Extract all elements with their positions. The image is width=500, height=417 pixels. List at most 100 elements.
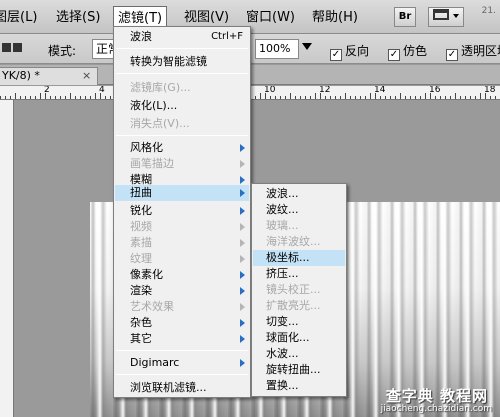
- checkbox-icon: ✓: [330, 49, 342, 61]
- ruler-tick: [30, 96, 31, 99]
- menu-item-liquify[interactable]: 液化(L)...: [115, 98, 249, 114]
- ruler-tick: [290, 93, 291, 99]
- menu-item-artistic: 艺术效果: [115, 299, 249, 315]
- transparency-checkbox[interactable]: ✓透明区域: [446, 42, 500, 61]
- ruler-tick: [275, 96, 276, 99]
- filter-menu: 波浪 Ctrl+F 转换为智能滤镜 滤镜库(G)... 液化(L)... 消失点(…: [113, 26, 251, 398]
- ruler-tick: [80, 96, 81, 99]
- ruler-tick: [355, 96, 356, 99]
- submenu-item-diffuse-glow: 扩散亮光...: [266, 299, 321, 312]
- menu-layer[interactable]: 图层(L): [0, 8, 37, 28]
- ruler-tick: [20, 96, 21, 99]
- ruler-tick: [470, 96, 471, 99]
- shortcut-label: Ctrl+F: [211, 31, 243, 42]
- opacity-dropdown-icon[interactable]: [302, 43, 312, 50]
- menu-separator: [116, 48, 248, 49]
- menu-window[interactable]: 窗口(W): [246, 8, 295, 28]
- ruler-tick: [285, 96, 286, 99]
- submenu-item-spherize[interactable]: 球面化...: [253, 330, 345, 346]
- ruler-tick: [10, 96, 11, 99]
- submenu-arrow-icon: [240, 271, 245, 279]
- menu-select[interactable]: 选择(S): [56, 8, 100, 28]
- menu-item-sharpen[interactable]: 锐化: [115, 203, 249, 219]
- reverse-checkbox[interactable]: ✓ 反向: [330, 42, 369, 61]
- submenu-item-lens-correction: 镜头校正...: [266, 283, 321, 296]
- submenu-item-ocean-ripple: 海洋波纹...: [266, 235, 321, 248]
- menu-item-convert-smart-filter[interactable]: 转换为智能滤镜: [115, 54, 249, 70]
- ruler-tick: [90, 96, 91, 99]
- menu-item-distort[interactable]: 扭曲: [115, 185, 249, 201]
- ruler-tick: [65, 96, 66, 99]
- menu-help[interactable]: 帮助(H): [312, 8, 358, 28]
- ruler-tick: [425, 93, 426, 99]
- ruler-tick: [295, 96, 296, 99]
- ruler-tick: [95, 93, 96, 99]
- bridge-button[interactable]: Br: [394, 7, 416, 27]
- submenu-arrow-icon: [240, 223, 245, 231]
- menu-item-other[interactable]: 其它: [115, 331, 249, 347]
- screen-mode-button[interactable]: [428, 7, 464, 27]
- menu-item-texture: 纹理: [115, 251, 249, 267]
- ruler-tick: [330, 96, 331, 99]
- menu-item-last-filter[interactable]: 波浪 Ctrl+F: [115, 29, 249, 45]
- ruler-tick: [365, 96, 366, 99]
- dither-checkbox[interactable]: ✓ 仿色: [388, 42, 427, 61]
- submenu-arrow-icon: [240, 189, 245, 197]
- ruler-tick: [60, 96, 61, 99]
- gradient-type-icons[interactable]: [2, 42, 32, 56]
- menu-item-render[interactable]: 渲染: [115, 283, 249, 299]
- ruler-tick: [85, 96, 86, 99]
- menu-item-digimarc[interactable]: Digimarc: [115, 355, 249, 371]
- menu-item-pixelate[interactable]: 像素化: [115, 267, 249, 283]
- ruler-tick: [15, 93, 16, 99]
- screen-mode-icon: [433, 9, 450, 20]
- ruler-tick: [70, 93, 71, 99]
- menu-item-brush-strokes: 画笔描边: [115, 156, 249, 172]
- opacity-input[interactable]: 100%: [255, 39, 299, 59]
- menu-item-video: 视频: [115, 219, 249, 235]
- submenu-arrow-icon: [240, 359, 245, 367]
- submenu-item-displace[interactable]: 置换...: [253, 378, 345, 394]
- vertical-ruler[interactable]: [0, 100, 14, 417]
- ruler-tick: [255, 96, 256, 99]
- ruler-tick: [0, 96, 1, 99]
- watermark-title: 查字典 教程网: [385, 387, 488, 405]
- ruler-tick: [345, 93, 346, 99]
- ruler-tick: [490, 96, 491, 99]
- menu-separator: [116, 73, 248, 74]
- submenu-item-shear[interactable]: 切变...: [253, 314, 345, 330]
- submenu-item-ripple[interactable]: 波纹...: [253, 202, 345, 218]
- document-tab[interactable]: YK/8) * ×: [0, 67, 98, 85]
- ruler-tick: [445, 96, 446, 99]
- submenu-item-pinch[interactable]: 挤压...: [253, 266, 345, 282]
- ruler-tick: [110, 96, 111, 99]
- menu-item-browse-filters-online[interactable]: 浏览联机滤镜...: [115, 380, 249, 396]
- ruler-tick: [280, 96, 281, 99]
- submenu-arrow-icon: [240, 144, 245, 152]
- ruler-tick: [480, 93, 481, 99]
- menu-view[interactable]: 视图(V): [184, 8, 229, 28]
- document-tab-label: YK/8) *: [2, 69, 40, 82]
- menu-item-noise[interactable]: 杂色: [115, 315, 249, 331]
- ruler-tick: [385, 96, 386, 99]
- submenu-item-twirl[interactable]: 旋转扭曲...: [253, 362, 345, 378]
- submenu-arrow-icon: [240, 287, 245, 295]
- ruler-tick: [55, 96, 56, 99]
- menu-item-stylize[interactable]: 风格化: [115, 140, 249, 156]
- ruler-tick: [260, 93, 261, 99]
- ruler-tick: [410, 96, 411, 99]
- close-icon[interactable]: ×: [82, 68, 91, 84]
- ruler-tick: [315, 93, 316, 99]
- chevron-down-icon: [452, 14, 459, 18]
- menu-separator: [116, 135, 248, 136]
- submenu-arrow-icon: [240, 239, 245, 247]
- ruler-number: 14: [374, 86, 386, 95]
- checkbox-icon: ✓: [446, 49, 458, 61]
- ruler-number: 4: [99, 86, 105, 95]
- ruler-tick: [340, 96, 341, 99]
- ruler-tick: [435, 96, 436, 99]
- submenu-item-zigzag[interactable]: 水波...: [253, 346, 345, 362]
- submenu-item-polar-coordinates[interactable]: 极坐标...: [253, 250, 345, 266]
- ruler-tick: [35, 96, 36, 99]
- submenu-item-wave[interactable]: 波浪...: [253, 186, 345, 202]
